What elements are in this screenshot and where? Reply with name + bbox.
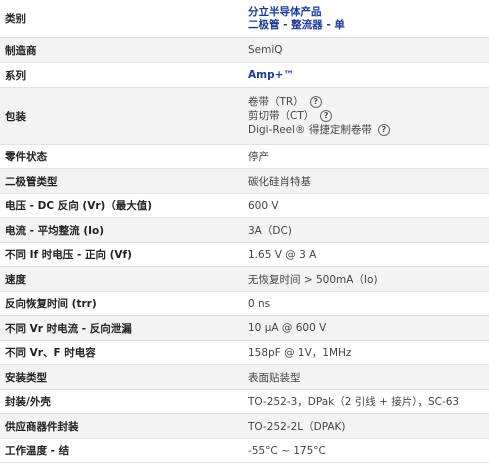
- row-label: 制造商: [5, 44, 37, 57]
- product-attributes-table: 类别 分立半导体产品 二极管 - 整流器 - 单 制造商 SemiQ 系列 Am…: [0, 0, 489, 463]
- row-rectified-current: 电流 - 平均整流 (Io) 3A（DC): [0, 218, 489, 243]
- category-link[interactable]: 分立半导体产品: [248, 6, 489, 19]
- row-value: TO-252-2L（DPAK): [248, 420, 346, 433]
- help-circle-icon[interactable]: ?: [320, 110, 333, 122]
- row-part-status: 零件状态 停产: [0, 145, 489, 169]
- row-packaging: 包装 卷带（TR）? 剪切带（CT）? Digi-Reel® 得捷定制卷带?: [0, 88, 489, 145]
- row-label: 不同 Vr 时电流 - 反向泄漏: [5, 322, 132, 335]
- row-speed: 速度 无恢复时间 > 500mA（Io): [0, 267, 489, 292]
- row-label: 供应商器件封装: [5, 420, 79, 433]
- row-label: 速度: [5, 273, 26, 286]
- row-value: 1.65 V @ 3 A: [248, 248, 317, 261]
- packaging-option: Digi-Reel® 得捷定制卷带?: [248, 123, 489, 137]
- row-value: 分立半导体产品 二极管 - 整流器 - 单: [245, 0, 489, 37]
- row-value: Amp+™: [245, 63, 489, 87]
- series-link[interactable]: Amp+™: [248, 69, 489, 82]
- row-diode-type: 二极管类型 碳化硅肖特基: [0, 169, 489, 194]
- row-manufacturer: 制造商 SemiQ: [0, 38, 489, 63]
- row-value: 0 ns: [248, 297, 271, 310]
- row-reverse-voltage: 电压 - DC 反向 (Vr)（最大值) 600 V: [0, 194, 489, 218]
- row-supplier-device-package: 供应商器件封装 TO-252-2L（DPAK): [0, 414, 489, 439]
- row-mounting-type: 安装类型 表面贴装型: [0, 365, 489, 390]
- row-label: 电流 - 平均整流 (Io): [5, 224, 105, 237]
- row-capacitance: 不同 Vr、F 时电容 158pF @ 1V，1MHz: [0, 341, 489, 365]
- help-circle-icon[interactable]: ?: [377, 124, 390, 136]
- packaging-option: 卷带（TR）?: [248, 95, 489, 109]
- row-label: 系列: [5, 69, 26, 82]
- row-package-case: 封装/外壳 TO-252-3，DPak（2 引线 + 接片），SC-63: [0, 390, 489, 414]
- row-label: 封装/外壳: [5, 396, 51, 408]
- row-label: 工作温度 - 结: [5, 445, 70, 457]
- row-value: 600 V: [248, 199, 279, 212]
- packaging-option-label: 卷带（TR）: [248, 96, 304, 108]
- packaging-option-label: 剪切带（CT）: [248, 110, 315, 122]
- row-label: 电压 - DC 反向 (Vr)（最大值): [5, 200, 153, 212]
- row-label: 类别: [5, 13, 26, 25]
- row-value: -55°C ~ 175°C: [248, 444, 326, 457]
- row-value: 碳化硅肖特基: [248, 175, 311, 188]
- row-label: 包装: [5, 110, 26, 123]
- subcategory-link[interactable]: 二极管 - 整流器 - 单: [248, 19, 489, 32]
- row-reverse-leakage: 不同 Vr 时电流 - 反向泄漏 10 µA @ 600 V: [0, 316, 489, 341]
- row-category: 类别 分立半导体产品 二极管 - 整流器 - 单: [0, 0, 489, 38]
- row-label: 二极管类型: [5, 175, 58, 188]
- row-label: 不同 Vr、F 时电容: [5, 347, 96, 359]
- row-label: 安装类型: [5, 371, 47, 384]
- help-circle-icon[interactable]: ?: [309, 96, 322, 108]
- row-value: TO-252-3，DPak（2 引线 + 接片），SC-63: [248, 396, 460, 408]
- row-value: 停产: [248, 151, 269, 163]
- row-value: 158pF @ 1V，1MHz: [248, 347, 352, 359]
- packaging-option: 剪切带（CT）?: [248, 109, 489, 123]
- row-value: 无恢复时间 > 500mA（Io): [248, 273, 378, 286]
- row-operating-temperature: 工作温度 - 结 -55°C ~ 175°C: [0, 439, 489, 463]
- row-series: 系列 Amp+™: [0, 63, 489, 88]
- row-label: 反向恢复时间 (trr): [5, 298, 97, 310]
- row-label: 不同 If 时电压 - 正向 (Vf): [5, 249, 132, 261]
- packaging-option-label: Digi-Reel® 得捷定制卷带: [248, 124, 372, 136]
- row-value: 3A（DC): [248, 224, 292, 237]
- row-value: 表面贴装型: [248, 371, 301, 384]
- row-value: 10 µA @ 600 V: [248, 322, 327, 334]
- row-value: SemiQ: [248, 44, 283, 56]
- row-reverse-recovery-time: 反向恢复时间 (trr) 0 ns: [0, 292, 489, 316]
- row-value: 卷带（TR）? 剪切带（CT）? Digi-Reel® 得捷定制卷带?: [245, 88, 489, 144]
- row-label: 零件状态: [5, 151, 47, 163]
- row-forward-voltage: 不同 If 时电压 - 正向 (Vf) 1.65 V @ 3 A: [0, 243, 489, 267]
